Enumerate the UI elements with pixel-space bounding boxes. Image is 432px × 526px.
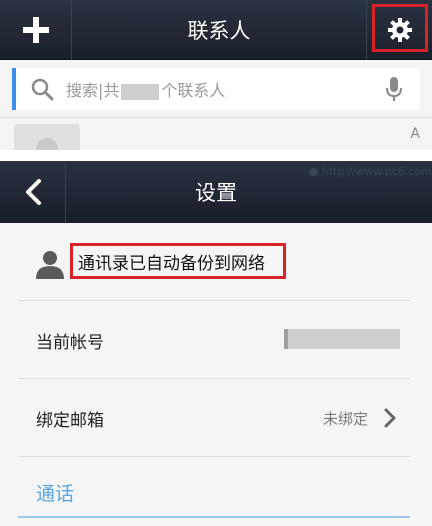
backup-status-row: 通讯录已自动备份到网络 <box>18 223 410 301</box>
current-account-row[interactable]: 当前帐号 <box>18 301 410 379</box>
person-icon <box>36 251 64 279</box>
redacted-account-value <box>284 329 400 349</box>
section-divider <box>18 516 410 518</box>
plus-icon <box>22 17 49 43</box>
current-account-label: 当前帐号 <box>36 332 104 353</box>
search-placeholder: 搜索|共 个联系人 <box>66 81 226 100</box>
settings-list: 通讯录已自动备份到网络 当前帐号 绑定邮箱 未绑定 通话 <box>0 223 432 526</box>
microphone-icon[interactable] <box>384 76 404 102</box>
settings-highlight-box <box>372 4 428 52</box>
contacts-header: 联系人 <box>0 0 432 60</box>
contacts-title: 联系人 <box>187 19 251 43</box>
add-contact-button[interactable] <box>0 0 72 60</box>
watermark: ● http://www.pc6.com <box>308 165 432 178</box>
backup-status-text: 通讯录已自动备份到网络 <box>78 253 265 274</box>
chevron-right-icon <box>384 408 396 428</box>
settings-header: 设置 ● http://www.pc6.com <box>0 161 432 223</box>
bind-email-value: 未绑定 <box>322 409 368 428</box>
search-icon <box>30 77 54 101</box>
section-title-call: 通话 <box>36 483 75 505</box>
index-letter[interactable]: A <box>410 126 420 142</box>
redacted-count <box>121 83 160 100</box>
back-button[interactable] <box>0 161 66 223</box>
bind-email-label: 绑定邮箱 <box>36 410 104 431</box>
bind-email-row[interactable]: 绑定邮箱 未绑定 <box>18 379 410 457</box>
back-arrow-icon <box>25 179 41 205</box>
backup-status-highlight: 通讯录已自动备份到网络 <box>70 243 286 279</box>
search-input[interactable]: 搜索|共 个联系人 <box>12 68 420 110</box>
contacts-screen: 联系人 搜索|共 个联系人 A <box>0 0 432 160</box>
search-bar: 搜索|共 个联系人 <box>0 60 432 118</box>
